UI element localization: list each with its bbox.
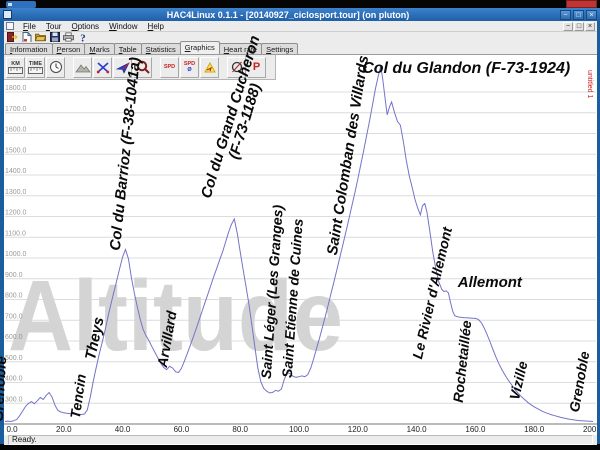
minimize-button[interactable]: − bbox=[560, 10, 571, 20]
menu-bar: File Tour Options Window Help − □ × bbox=[4, 21, 597, 32]
svg-text:?: ? bbox=[80, 32, 86, 43]
menu-help[interactable]: Help bbox=[143, 22, 169, 31]
y-tick-label: 1300.0 bbox=[5, 189, 27, 196]
x-tick-label: 0.0 bbox=[6, 425, 18, 434]
scissors-icon bbox=[96, 61, 110, 74]
status-text: Ready. bbox=[8, 435, 593, 445]
open-folder-icon bbox=[35, 32, 46, 42]
exit-icon bbox=[7, 32, 18, 42]
tab-bar: Information Person Marks Table Statistic… bbox=[4, 42, 597, 54]
time-scale-icon bbox=[28, 67, 43, 74]
flag-button[interactable] bbox=[200, 57, 219, 78]
spd-avg-sub-label: Ø bbox=[187, 67, 191, 73]
y-tick-label: 700.0 bbox=[5, 313, 23, 320]
window-title: HAC4Linux 0.1.1 - [20140927_ciclosport.t… bbox=[16, 10, 560, 20]
y-tick-label: 1500.0 bbox=[5, 147, 27, 154]
desktop: HAC4Linux 0.1.1 - [20140927_ciclosport.t… bbox=[0, 0, 600, 450]
save-button[interactable] bbox=[49, 32, 60, 42]
clock-icon bbox=[49, 60, 63, 74]
x-tick-label: 40.0 bbox=[115, 425, 131, 434]
km-scale-button[interactable]: KM bbox=[6, 57, 25, 78]
background-window-titlebar-fragment bbox=[6, 1, 36, 8]
menu-options[interactable]: Options bbox=[66, 22, 104, 31]
y-tick-label: 1800.0 bbox=[5, 85, 27, 92]
mdi-close-button[interactable]: × bbox=[585, 22, 595, 31]
spd-label: SPD bbox=[164, 64, 175, 70]
x-tick-label: 120.0 bbox=[348, 425, 369, 434]
main-toolbar: ? bbox=[4, 32, 597, 42]
untitled-note: untitled 1 bbox=[586, 70, 593, 98]
altitude-profile-button[interactable] bbox=[73, 57, 92, 78]
x-tick-label: 80.0 bbox=[232, 425, 248, 434]
chart-plot-area[interactable]: KM TIME bbox=[4, 54, 597, 434]
menu-window[interactable]: Window bbox=[104, 22, 142, 31]
exit-button[interactable] bbox=[7, 32, 18, 42]
help-button[interactable]: ? bbox=[77, 32, 88, 42]
app-icon bbox=[3, 10, 12, 19]
status-bar: Ready. bbox=[4, 434, 597, 445]
y-tick-label: 1400.0 bbox=[5, 168, 27, 175]
tab-graphics[interactable]: Graphics bbox=[180, 41, 220, 54]
save-icon bbox=[50, 32, 60, 42]
mdi-restore-button[interactable]: □ bbox=[574, 22, 584, 31]
help-icon: ? bbox=[78, 32, 88, 43]
y-tick-label: 1000.0 bbox=[5, 251, 27, 258]
flag-icon bbox=[203, 61, 217, 74]
y-tick-label: 800.0 bbox=[5, 293, 23, 300]
open-button[interactable] bbox=[35, 32, 46, 42]
x-tick-label: 60.0 bbox=[174, 425, 190, 434]
x-tick-label: 140.0 bbox=[407, 425, 428, 434]
y-tick-label: 600.0 bbox=[5, 334, 23, 341]
clock-button[interactable] bbox=[46, 57, 65, 78]
x-tick-label: 20.0 bbox=[56, 425, 72, 434]
cut-button[interactable] bbox=[93, 57, 112, 78]
x-tick-label: 160.0 bbox=[465, 425, 486, 434]
close-button[interactable]: × bbox=[586, 10, 597, 20]
speed-button[interactable]: SPD bbox=[160, 57, 179, 78]
maximize-button[interactable]: □ bbox=[573, 10, 584, 20]
time-scale-button[interactable]: TIME bbox=[26, 57, 45, 78]
y-tick-label: 1600.0 bbox=[5, 127, 27, 134]
y-tick-label: 900.0 bbox=[5, 272, 23, 279]
y-tick-label: 1200.0 bbox=[5, 210, 27, 217]
mdi-minimize-button[interactable]: − bbox=[563, 22, 573, 31]
menu-tour[interactable]: Tour bbox=[41, 22, 67, 31]
x-tick-label: 180.0 bbox=[524, 425, 545, 434]
menu-file[interactable]: File bbox=[18, 22, 41, 31]
mountain-icon bbox=[75, 61, 91, 73]
print-icon bbox=[63, 32, 74, 42]
km-scale-icon bbox=[8, 67, 23, 74]
hac4linux-window: HAC4Linux 0.1.1 - [20140927_ciclosport.t… bbox=[0, 8, 600, 444]
new-document-icon bbox=[22, 32, 32, 43]
print-button[interactable] bbox=[63, 32, 74, 42]
speed-average-button[interactable]: SPD Ø bbox=[180, 57, 199, 78]
y-tick-label: 1700.0 bbox=[5, 106, 27, 113]
mdi-document-icon[interactable] bbox=[6, 22, 14, 30]
new-tour-button[interactable] bbox=[21, 32, 32, 42]
title-bar[interactable]: HAC4Linux 0.1.1 - [20140927_ciclosport.t… bbox=[0, 8, 600, 21]
x-tick-label: 100.0 bbox=[289, 425, 310, 434]
x-tick-label: 200.0 bbox=[583, 425, 597, 434]
background-window-close-fragment bbox=[566, 0, 597, 8]
y-tick-label: 1100.0 bbox=[5, 230, 26, 237]
